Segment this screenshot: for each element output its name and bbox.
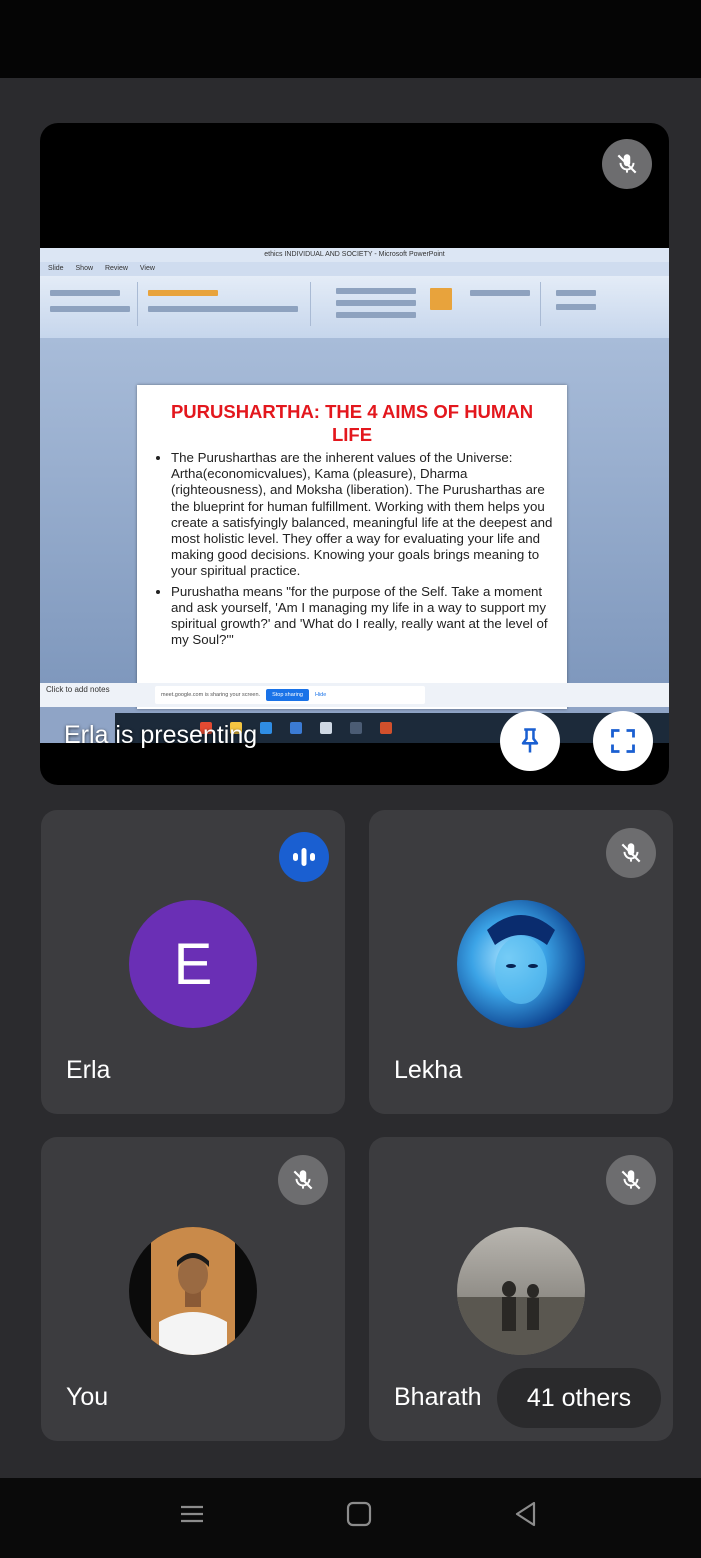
ribbon-drawing-group — [330, 282, 541, 326]
mail-icon — [290, 722, 302, 734]
participant-tile-lekha[interactable]: Lekha — [369, 810, 673, 1114]
profile-photo — [487, 915, 555, 1004]
pin-icon — [521, 728, 539, 753]
presenter-mute-indicator — [602, 139, 652, 189]
participant-name: Erla — [66, 1056, 111, 1084]
back-icon[interactable] — [512, 1500, 540, 1528]
mute-indicator — [606, 828, 656, 878]
menu-icon[interactable] — [178, 1500, 206, 1528]
edge-icon — [260, 722, 272, 734]
avatar — [457, 1227, 585, 1355]
participant-tile-erla[interactable]: E Erla — [41, 810, 345, 1114]
presentation-tile[interactable]: ethics INDIVIDUAL AND SOCIETY - Microsof… — [40, 123, 669, 785]
dropbox-icon — [350, 722, 362, 734]
participant-name: Lekha — [394, 1056, 463, 1084]
slide-title: PURUSHARTHA: THE 4 AIMS OF HUMAN LIFE — [170, 401, 534, 445]
mic-off-icon — [617, 154, 637, 174]
ppt-ribbon — [40, 276, 669, 339]
ribbon-font-group — [42, 282, 138, 326]
home-icon[interactable] — [345, 1500, 373, 1528]
ribbon-paragraph-group — [140, 282, 311, 326]
screen-share-banner: meet.google.com is sharing your screen. … — [155, 686, 425, 704]
profile-photo — [151, 1227, 235, 1355]
avatar — [129, 1227, 257, 1355]
participant-name: You — [66, 1383, 109, 1411]
slide-bullets: The Purusharthas are the inherent values… — [163, 450, 553, 648]
stop-sharing-button: Stop sharing — [266, 689, 309, 701]
others-count-button[interactable]: 41 others — [497, 1368, 661, 1428]
audio-wave-icon — [293, 848, 315, 866]
speaking-indicator — [279, 832, 329, 882]
powerpoint-icon — [380, 722, 392, 734]
profile-photo — [457, 1281, 585, 1355]
avatar: E — [129, 900, 257, 1028]
avatar — [457, 900, 585, 1028]
pin-button[interactable] — [500, 711, 560, 771]
participant-name: Bharath — [394, 1383, 482, 1411]
shared-screen: ethics INDIVIDUAL AND SOCIETY - Microsof… — [40, 248, 669, 743]
status-bar — [0, 0, 701, 78]
slide: PURUSHARTHA: THE 4 AIMS OF HUMAN LIFE Th… — [137, 385, 567, 709]
store-icon — [320, 722, 332, 734]
fullscreen-button[interactable] — [593, 711, 653, 771]
participant-tile-you[interactable]: You — [41, 1137, 345, 1441]
hide-button: Hide — [314, 692, 327, 698]
mic-off-icon — [293, 1170, 313, 1190]
fullscreen-icon — [611, 729, 635, 753]
mute-indicator — [606, 1155, 656, 1205]
presenting-label: Erla is presenting — [64, 721, 258, 749]
mic-off-icon — [621, 843, 641, 863]
ppt-window-title: ethics INDIVIDUAL AND SOCIETY - Microsof… — [40, 248, 669, 262]
share-banner-text: meet.google.com is sharing your screen. — [161, 692, 261, 698]
slide-bullet: Purushatha means "for the purpose of the… — [171, 584, 553, 649]
mic-off-icon — [621, 1170, 641, 1190]
ribbon-editing-group — [550, 282, 610, 326]
mute-indicator — [278, 1155, 328, 1205]
slide-bullet: The Purusharthas are the inherent values… — [171, 450, 553, 580]
ppt-menu-bar: Slide Show Review View — [40, 262, 669, 276]
